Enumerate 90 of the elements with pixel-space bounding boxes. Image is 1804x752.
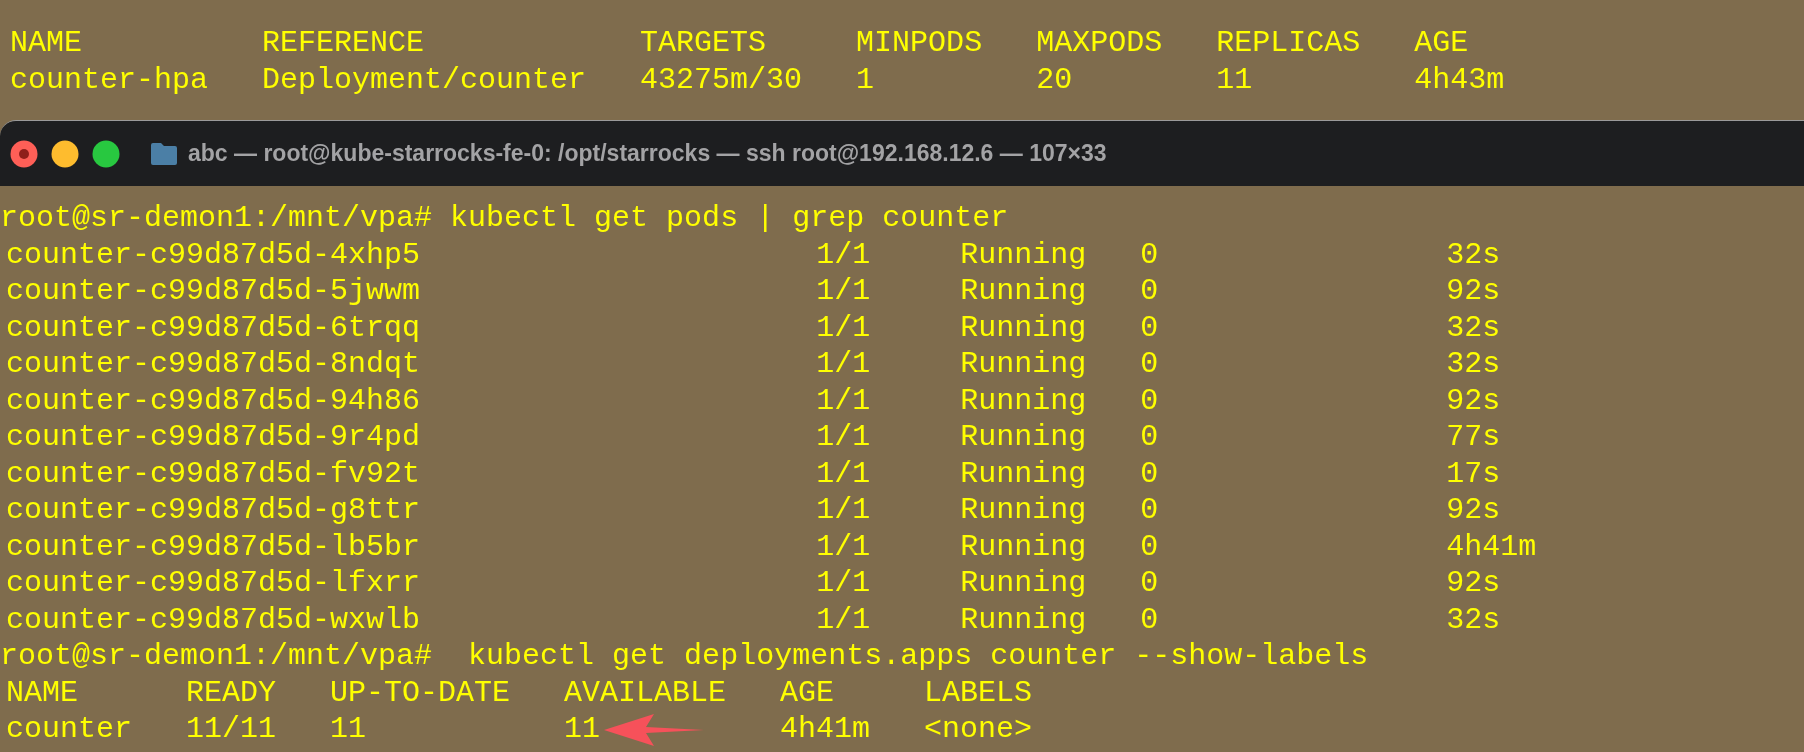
table-cell: 0 [1140, 493, 1159, 527]
command-text: kubectl get pods | grep counter [449, 201, 1009, 235]
table-cell: 1/1 [816, 602, 871, 637]
table-cell: counter [6, 712, 133, 746]
table-cell: 20 [1036, 62, 1073, 97]
table-cell: 1/1 [816, 237, 871, 272]
column-header: UP-TO-DATE [330, 675, 511, 710]
table-cell: Running [960, 347, 1087, 381]
table-cell: 17s [1446, 456, 1501, 491]
table-cell: counter-c99d87d5d-5jwwm [6, 274, 421, 308]
table-cell: 1/1 [816, 383, 871, 418]
table-cell: 1/1 [816, 310, 871, 345]
table-cell: 32s [1446, 237, 1501, 272]
table-cell: 0 [1140, 566, 1159, 600]
table-cell: Running [960, 383, 1087, 418]
table-cell: 1/1 [816, 347, 871, 381]
table-cell: 92s [1446, 383, 1501, 418]
table-cell: 0 [1140, 237, 1159, 272]
table-cell: 92s [1446, 566, 1501, 600]
table-cell: 0 [1140, 274, 1159, 308]
table-cell: 1 [856, 62, 875, 97]
table-cell: counter-c99d87d5d-wxwlb [6, 602, 421, 637]
table-cell: 1/1 [816, 456, 871, 491]
minimize-icon[interactable] [51, 139, 79, 168]
table-cell: 43275m/30 [640, 62, 803, 97]
table-cell: counter-c99d87d5d-6trqq [6, 310, 421, 345]
table-cell: 32s [1446, 310, 1501, 345]
table-cell: Running [960, 493, 1087, 527]
table-cell: counter-c99d87d5d-fv92t [6, 456, 421, 491]
table-cell: counter-c99d87d5d-lfxrr [6, 566, 421, 600]
table-cell: Running [960, 566, 1087, 600]
column-header: MAXPODS [1036, 26, 1163, 60]
column-header: AGE [780, 675, 835, 710]
table-cell: 1/1 [816, 274, 871, 308]
column-header: LABELS [924, 675, 1033, 710]
column-header: REFERENCE [262, 26, 425, 60]
table-cell: 92s [1446, 493, 1501, 527]
close-icon[interactable] [10, 139, 38, 168]
table-cell: Deployment/counter [262, 62, 587, 97]
column-header: AVAILABLE [564, 675, 727, 710]
table-cell: Running [960, 602, 1087, 637]
shell-prompt: root@sr-demon1:/mnt/vpa# [0, 201, 433, 235]
table-cell: counter-c99d87d5d-8ndqt [6, 347, 421, 381]
table-cell: 11/11 [186, 712, 277, 746]
table-cell: Running [960, 420, 1087, 454]
table-cell: 4h41m [780, 712, 871, 746]
column-header: READY [186, 675, 277, 710]
table-cell: 0 [1140, 529, 1159, 564]
table-cell: 1/1 [816, 529, 871, 564]
table-cell: 92s [1446, 274, 1501, 308]
table-cell: counter-hpa [10, 62, 209, 97]
table-cell: 0 [1140, 456, 1159, 491]
table-cell: Running [960, 237, 1087, 272]
table-cell: 32s [1446, 602, 1501, 637]
table-cell: counter-c99d87d5d-g8ttr [6, 493, 421, 527]
table-cell: counter-c99d87d5d-lb5br [6, 529, 421, 564]
column-header: NAME [6, 675, 78, 710]
table-cell: 0 [1140, 383, 1159, 418]
table-cell: 1/1 [816, 493, 871, 527]
table-cell: Running [960, 310, 1087, 345]
folder-icon [150, 141, 178, 166]
table-cell: 0 [1140, 602, 1159, 637]
table-cell: 0 [1140, 310, 1159, 345]
table-cell: 4h43m [1414, 62, 1505, 97]
table-cell: 77s [1446, 420, 1501, 454]
table-cell: 0 [1140, 347, 1159, 381]
table-cell: Running [960, 456, 1087, 491]
table-cell: 4h41m [1446, 529, 1537, 564]
column-header: NAME [10, 26, 82, 60]
table-cell: counter-c99d87d5d-4xhp5 [6, 237, 421, 272]
command-text: kubectl get deployments.apps counter --show-labels [467, 639, 1369, 673]
window-title: abc — root@kube-starrocks-fe-0: /opt/starrocks — ssh root@192.168.12.6 — 107×33 [188, 139, 1107, 169]
table-cell: counter-c99d87d5d-9r4pd [6, 420, 421, 454]
shell-prompt: root@sr-demon1:/mnt/vpa# [0, 639, 433, 673]
maximize-icon[interactable] [92, 139, 120, 168]
column-header: AGE [1414, 26, 1469, 60]
column-header: REPLICAS [1216, 26, 1361, 60]
table-cell: 32s [1446, 347, 1501, 381]
table-cell: 11 [1216, 62, 1253, 97]
table-cell: Running [960, 274, 1087, 308]
column-header: TARGETS [640, 26, 767, 60]
table-cell: 11 [564, 712, 601, 746]
table-cell: <none> [924, 712, 1033, 746]
table-cell: 11 [330, 712, 367, 746]
table-cell: 1/1 [816, 566, 871, 600]
table-cell: counter-c99d87d5d-94h86 [6, 383, 421, 418]
column-header: MINPODS [856, 26, 983, 60]
table-cell: Running [960, 529, 1087, 564]
table-cell: 0 [1140, 420, 1159, 454]
table-cell: 1/1 [816, 420, 871, 454]
